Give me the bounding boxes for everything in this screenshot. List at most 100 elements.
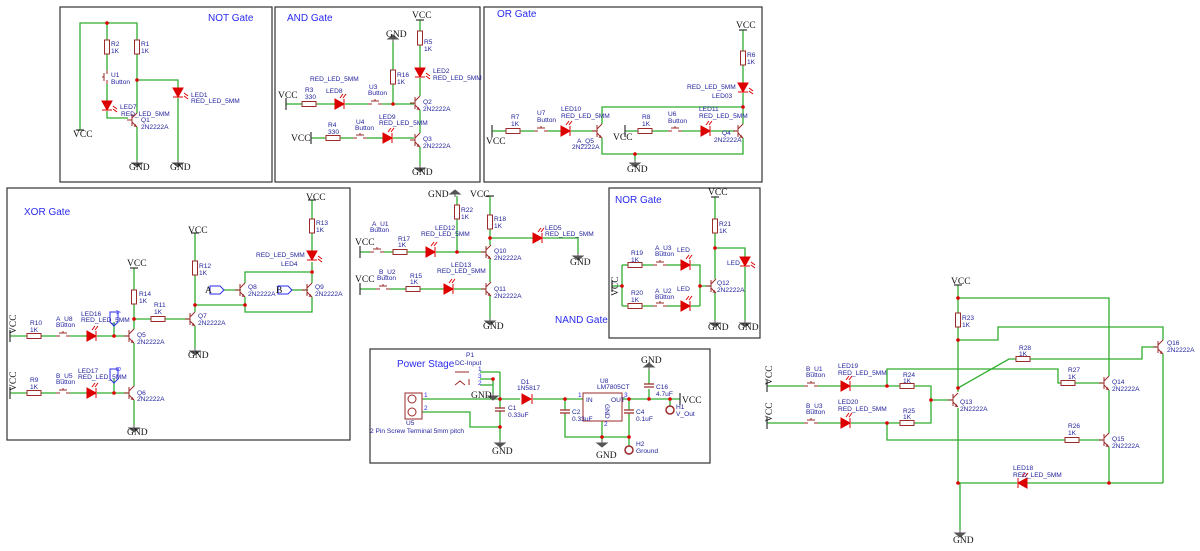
label: Button [56,379,75,386]
label: 2N2222A [572,144,600,151]
resistor-icon [301,101,317,107]
push-button-icon [56,388,70,394]
wire [1030,346,1157,360]
label: OUT [611,397,625,404]
vcc-label: VCC [470,190,490,200]
junction-dot [956,296,960,300]
wire [957,358,1016,389]
junction-dot [600,435,604,439]
resistor-icon [487,214,493,230]
label: 1K [903,414,912,421]
screw-icon [407,394,417,404]
led-icon [737,82,754,95]
label: 2 Pin Screw Terminal 5mm pitch [370,428,464,435]
vcc-label: VCC [355,275,375,285]
label: 1K [719,228,728,235]
label: 1K [747,59,756,66]
vcc-label: VCC [412,11,432,21]
label: LED8 [326,88,343,95]
wire [137,79,179,88]
label: R20 [631,290,643,297]
gnd-label: GND [738,323,759,333]
label: RED_LED_5MM [256,252,305,259]
label: LED7 [120,104,137,111]
label: Q5 [137,332,146,339]
label: 1K [154,309,163,316]
label: R1 [141,41,150,48]
gnd-label: GND [708,323,729,333]
label: 1K [199,270,208,277]
label: Button [377,275,396,282]
dc-jack-icon [454,371,470,386]
led-icon [560,120,573,137]
label: LED10 [561,106,581,113]
wire [422,411,500,428]
label: 1K [642,121,651,128]
led-icon [840,412,853,429]
pin: 2 [478,380,482,387]
vcc-label: VCC [278,91,298,101]
label: RED_LED_5MM [437,268,486,275]
label: U7 [537,110,546,117]
probe-b-label: B [114,367,121,371]
resistor-icon [740,50,746,66]
label: 2N2222A [494,255,522,262]
led-icon [680,295,693,312]
vcc-label: VCC [355,238,375,248]
label: 1K [511,121,520,128]
junction-dot [498,397,502,401]
junction-dot [391,102,395,106]
vcc-label: VCC [291,134,311,144]
label: C2 [572,409,581,416]
label: 2N2222A [137,339,165,346]
label: R4 [328,122,337,129]
led-icon [172,87,189,100]
not-gate-title: NOT Gate [208,13,254,24]
label: RED_LED_5MM [433,75,482,82]
label: Q13 [960,399,973,406]
label: R8 [642,114,651,121]
label: R18 [494,216,506,223]
junction-dot [498,425,502,429]
label: LED [677,247,690,254]
led-icon [86,382,99,399]
capacitor-icon [624,409,634,414]
junction-dot [627,397,631,401]
push-button-icon [653,301,667,307]
label: V_Out [676,411,695,418]
label: 2N2222A [960,406,988,413]
wire [958,326,1164,341]
label: Button [355,125,374,132]
label: 1K [631,297,640,304]
label: 1K [397,79,406,86]
label: Q7 [198,313,207,320]
gnd-label: GND [483,322,504,332]
label: LED18 [1013,465,1033,472]
label: 1K [494,223,503,230]
vcc-label: VCC [486,137,506,147]
label: RED_LED_5MM [1013,472,1062,479]
label: R11 [154,302,166,309]
gnd-label: GND [386,30,407,40]
not-gate-frame [59,6,273,183]
label: 1K [1019,351,1028,358]
led-icon [306,250,323,263]
resistor-icon [454,204,460,220]
or-gate-title: OR Gate [497,9,537,20]
label: 0.33uF [508,412,529,419]
label: LED [727,260,740,267]
wire [958,297,1110,376]
push-button-icon [376,284,390,290]
label: LED11 [699,106,719,113]
resistor-icon [134,39,140,55]
junction-dot [956,481,960,485]
label: 1K [962,322,971,329]
junction-dot [956,338,960,342]
label: 330 [328,129,339,136]
label: 2N2222A [137,396,165,403]
port-flag-icon [209,285,225,295]
label: 2N2222A [494,293,522,300]
led-icon [425,241,438,258]
resistor-icon [150,316,166,322]
label: R6 [747,52,756,59]
